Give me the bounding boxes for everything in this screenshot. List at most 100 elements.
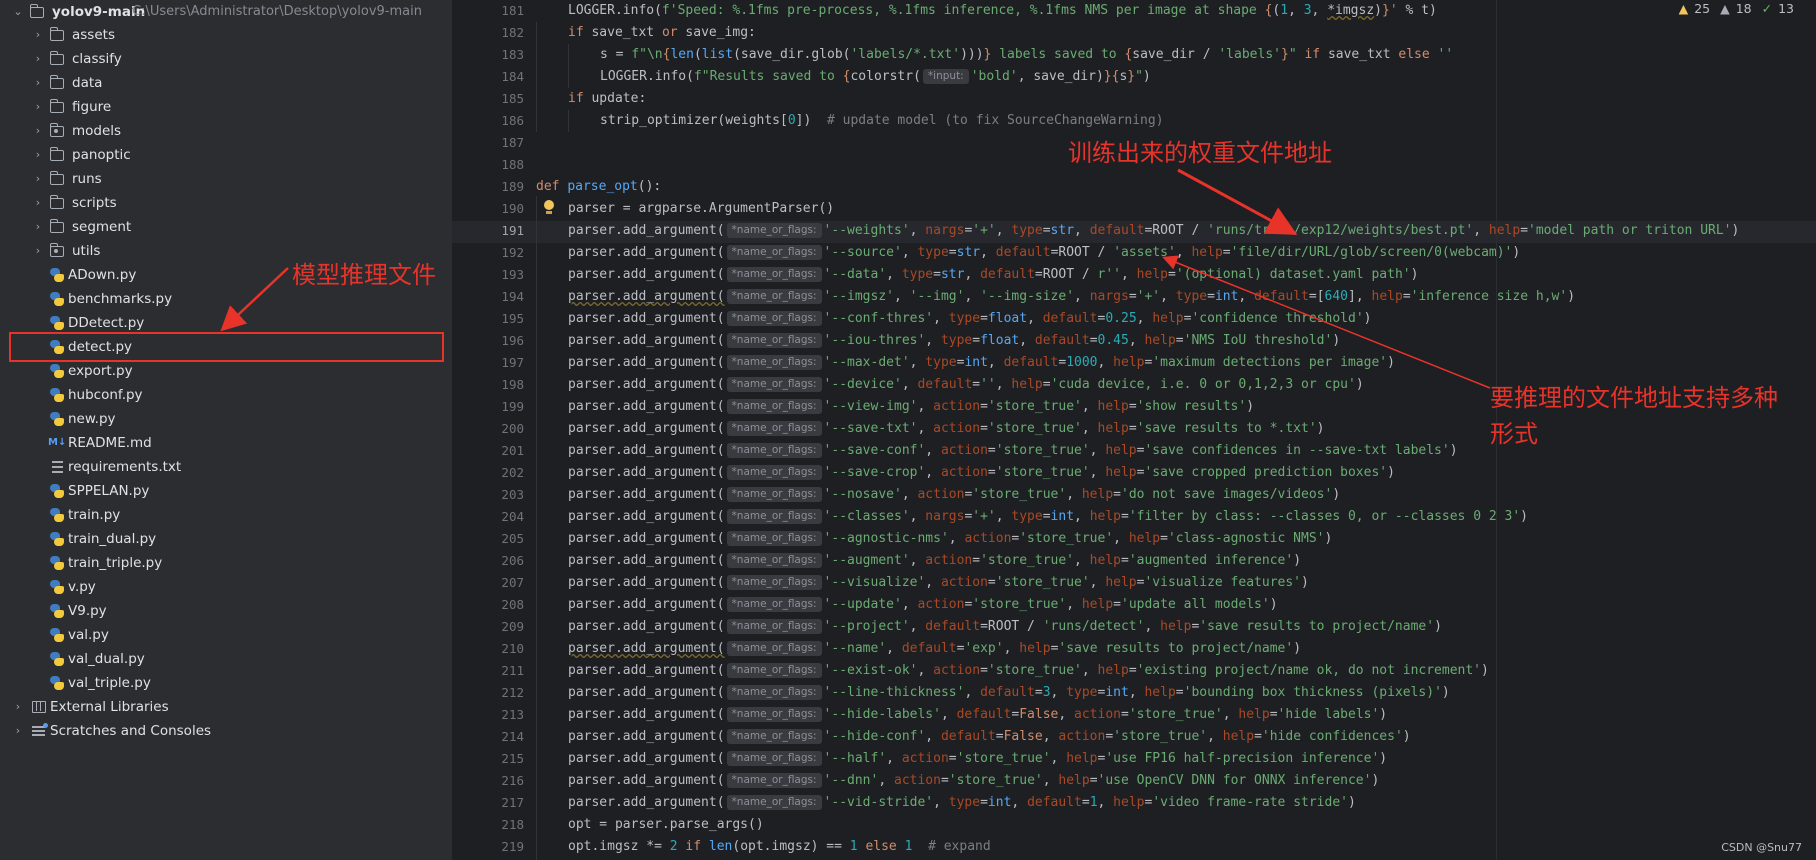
code-line: parser.add_argument(*name_or_flags: '--cl…: [568, 509, 1528, 524]
tree-file-val-triple-py[interactable]: val_triple.py: [0, 671, 452, 695]
code-line: parser.add_argument(*name_or_flags: '--pr…: [568, 619, 1442, 634]
weak-warning-icon: ▲: [1720, 1, 1730, 16]
line-number: 190: [501, 201, 524, 216]
tree-item-label: hubconf.py: [68, 387, 143, 403]
tree-folder-figure[interactable]: › figure: [0, 95, 452, 119]
chevron-right-icon[interactable]: ›: [30, 95, 46, 119]
parameter-hint: *name_or_flags:: [726, 751, 822, 766]
tree-file-train-dual-py[interactable]: train_dual.py: [0, 527, 452, 551]
line-number: 182: [501, 25, 524, 40]
tree-item-label: val_dual.py: [68, 651, 145, 667]
python-file-icon: [50, 364, 64, 378]
check-icon: ✓: [1761, 1, 1773, 16]
line-number: 186: [501, 113, 524, 128]
tree-file-requirements-txt[interactable]: requirements.txt: [0, 455, 452, 479]
line-number: 201: [501, 443, 524, 458]
parameter-hint: *name_or_flags:: [726, 311, 822, 326]
tree-folder-models[interactable]: › models: [0, 119, 452, 143]
tree-item-label: val_triple.py: [68, 675, 151, 691]
tree-file-val-dual-py[interactable]: val_dual.py: [0, 647, 452, 671]
chevron-right-icon[interactable]: ›: [30, 215, 46, 239]
line-number: 181: [501, 3, 524, 18]
code-line: opt = parser.parse_args(): [568, 817, 764, 832]
parameter-hint: *name_or_flags:: [726, 421, 822, 436]
tree-root-yolov9-main[interactable]: ⌄ yolov9-main C:\Users\Administrator\Des…: [0, 0, 452, 24]
inspections-widget[interactable]: ▲ 25 ▲ 18 ✓ 13: [1673, 1, 1794, 16]
tree-file-val-py[interactable]: val.py: [0, 623, 452, 647]
indent-guide: [536, 22, 537, 132]
folder-icon: [49, 171, 64, 185]
tree-file-readme-md[interactable]: M↓ README.md: [0, 431, 452, 455]
tree-folder-panoptic[interactable]: › panoptic: [0, 143, 452, 167]
chevron-right-icon[interactable]: ›: [30, 47, 46, 71]
line-number: 194: [501, 289, 524, 304]
line-number: 210: [501, 641, 524, 656]
python-file-icon: [50, 652, 64, 666]
chevron-right-icon[interactable]: ›: [30, 239, 46, 263]
code-line: def parse_opt():: [536, 179, 662, 194]
code-editor[interactable]: 181 182 183 184 185 186 187 188 189 190 …: [452, 0, 1816, 860]
code-line: parser.add_argument(*name_or_flags: '--de…: [568, 377, 1364, 392]
tree-item-label: v.py: [68, 579, 96, 595]
parameter-hint: *name_or_flags:: [726, 333, 822, 348]
line-number: 205: [501, 531, 524, 546]
code-line: parser.add_argument(*name_or_flags: '--up…: [568, 597, 1278, 612]
chevron-down-icon[interactable]: ⌄: [10, 0, 26, 24]
tree-item-label: SPPELAN.py: [68, 483, 150, 499]
tree-file-train-triple-py[interactable]: train_triple.py: [0, 551, 452, 575]
chevron-right-icon[interactable]: ›: [30, 71, 46, 95]
line-number: 196: [501, 333, 524, 348]
tree-file-sppelan-py[interactable]: SPPELAN.py: [0, 479, 452, 503]
code-line: parser.add_argument(*name_or_flags: '--co…: [568, 311, 1372, 326]
tree-item-label: ADown.py: [68, 267, 137, 283]
folder-icon: [49, 51, 64, 65]
line-number: 189: [501, 179, 524, 194]
tree-item-label: utils: [72, 243, 101, 259]
tree-file-export-py[interactable]: export.py: [0, 359, 452, 383]
line-number: 208: [501, 597, 524, 612]
annotation-trained-weights-path: 训练出来的权重文件地址: [1068, 139, 1332, 167]
chevron-right-icon[interactable]: ›: [10, 695, 26, 719]
tree-external-libraries[interactable]: › External Libraries: [0, 695, 452, 719]
chevron-right-icon[interactable]: ›: [30, 191, 46, 215]
tree-item-label: segment: [72, 219, 132, 235]
python-file-icon: [50, 508, 64, 522]
python-file-icon: [50, 388, 64, 402]
line-number: 216: [501, 773, 524, 788]
chevron-right-icon[interactable]: ›: [30, 119, 46, 143]
tree-folder-scripts[interactable]: › scripts: [0, 191, 452, 215]
line-number: 195: [501, 311, 524, 326]
parameter-hint: *name_or_flags:: [726, 377, 822, 392]
code-line: parser.add_argument(*name_or_flags: '--au…: [568, 553, 1302, 568]
tree-item-label: val.py: [68, 627, 109, 643]
tree-folder-assets[interactable]: › assets: [0, 23, 452, 47]
tree-folder-runs[interactable]: › runs: [0, 167, 452, 191]
folder-icon: [29, 4, 44, 18]
code-line: parser.add_argument(*name_or_flags: '--dn…: [568, 773, 1380, 788]
tree-file-new-py[interactable]: new.py: [0, 407, 452, 431]
tree-file-v-py[interactable]: v.py: [0, 575, 452, 599]
code-line: parser = argparse.ArgumentParser(): [568, 201, 835, 216]
weak-warning-count: 18: [1735, 1, 1752, 16]
tree-scratches-and-consoles[interactable]: › Scratches and Consoles: [0, 719, 452, 743]
tree-folder-classify[interactable]: › classify: [0, 47, 452, 71]
line-number: 193: [501, 267, 524, 282]
project-tool-window: ⌄ yolov9-main C:\Users\Administrator\Des…: [0, 0, 452, 860]
tree-file-hubconf-py[interactable]: hubconf.py: [0, 383, 452, 407]
chevron-right-icon[interactable]: ›: [30, 167, 46, 191]
tree-folder-data[interactable]: › data: [0, 71, 452, 95]
chevron-right-icon[interactable]: ›: [10, 719, 26, 743]
tree-item-label: benchmarks.py: [68, 291, 173, 307]
chevron-right-icon[interactable]: ›: [30, 143, 46, 167]
parameter-hint: *name_or_flags:: [726, 443, 822, 458]
tree-file-train-py[interactable]: train.py: [0, 503, 452, 527]
lightbulb-icon[interactable]: [543, 200, 555, 216]
line-number: 199: [501, 399, 524, 414]
tree-file-v9-py[interactable]: V9.py: [0, 599, 452, 623]
tree-folder-segment[interactable]: › segment: [0, 215, 452, 239]
tree-item-label: train_triple.py: [68, 555, 163, 571]
chevron-right-icon[interactable]: ›: [30, 23, 46, 47]
line-number-gutter[interactable]: 181 182 183 184 185 186 187 188 189 190 …: [452, 0, 524, 860]
folder-icon: [49, 147, 64, 161]
annotation-model-infer-file: 模型推理文件: [292, 261, 436, 289]
